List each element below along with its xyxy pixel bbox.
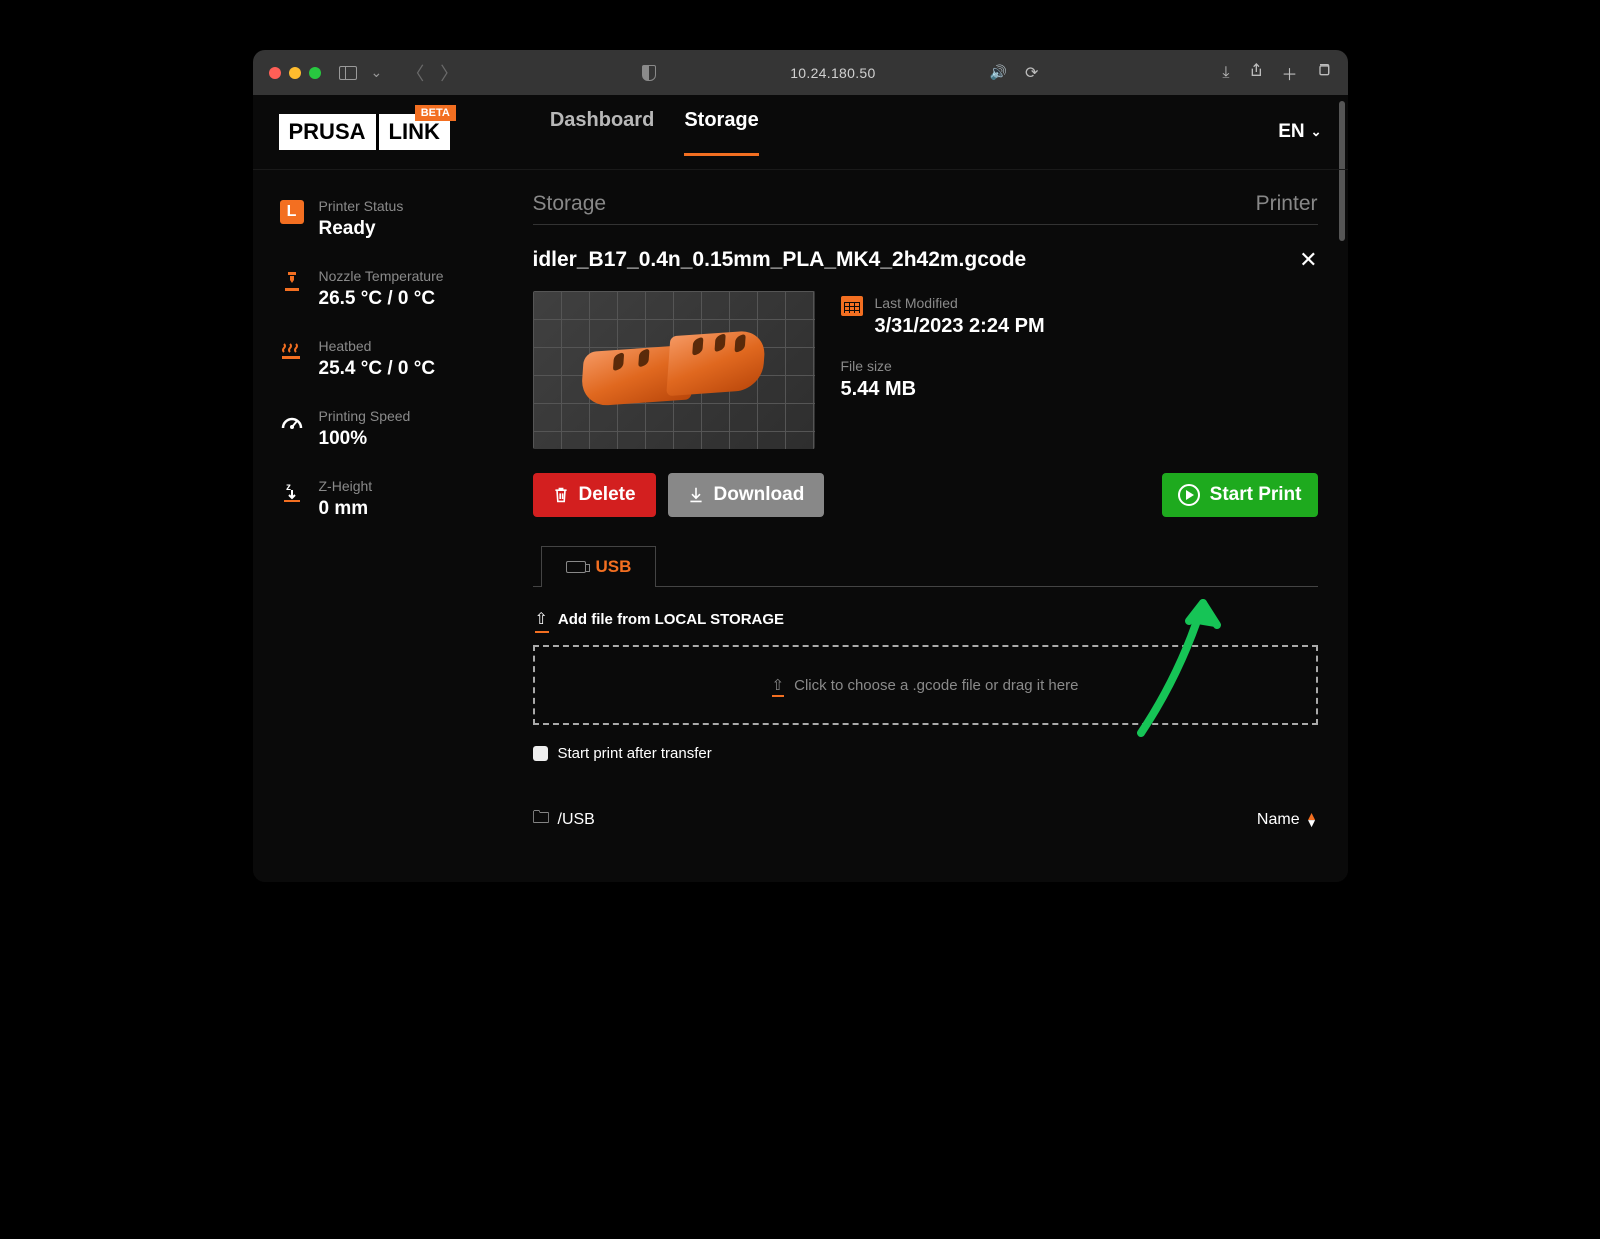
main-panel: Storage Printer idler_B17_0.4n_0.15mm_PL…: [533, 170, 1348, 882]
heatbed-value: 25.4 °C / 0 °C: [319, 358, 436, 380]
z-height: z Z-Height 0 mm: [279, 478, 513, 520]
status-sidebar: L Printer Status Ready Nozzle Temperatur…: [253, 170, 533, 882]
trash-icon: [553, 486, 569, 504]
nozzle-icon: [279, 269, 305, 295]
z-height-icon: z: [279, 479, 305, 505]
checkbox[interactable]: [533, 746, 548, 761]
path-row: 🗀 /USB Name ▲▼: [533, 804, 1318, 834]
z-label: Z-Height: [319, 478, 373, 494]
sort-label: Name: [1257, 811, 1300, 829]
reload-button[interactable]: ⟳: [1025, 63, 1038, 83]
file-actions: Delete Download Start Print: [533, 473, 1318, 517]
minimize-window-button[interactable]: [289, 67, 301, 79]
modified-label: Last Modified: [875, 295, 1045, 311]
printer-status: L Printer Status Ready: [279, 198, 513, 240]
content: L Printer Status Ready Nozzle Temperatur…: [253, 95, 1348, 882]
download-icon: [688, 486, 704, 504]
chevron-down-icon: ⌄: [1311, 124, 1322, 140]
nozzle-value: 26.5 °C / 0 °C: [319, 288, 444, 310]
status-icon: L: [280, 200, 304, 224]
start-after-transfer-row[interactable]: Start print after transfer: [533, 745, 1318, 762]
calendar-icon: [841, 296, 863, 316]
logo-part-a: PRUSA: [279, 114, 376, 150]
maximize-window-button[interactable]: [309, 67, 321, 79]
sort-arrows-icon: ▲▼: [1306, 813, 1318, 827]
language-label: EN: [1278, 121, 1304, 143]
heatbed-label: Heatbed: [319, 338, 436, 354]
size-label: File size: [841, 358, 1045, 374]
tab-usb[interactable]: USB: [541, 546, 657, 587]
play-icon: [1178, 484, 1200, 506]
sort-control[interactable]: Name ▲▼: [1257, 811, 1318, 829]
print-speed: Printing Speed 100%: [279, 408, 513, 450]
file-header: idler_B17_0.4n_0.15mm_PLA_MK4_2h42m.gcod…: [533, 247, 1318, 273]
gcode-thumbnail: [533, 291, 815, 449]
privacy-shield-icon[interactable]: [642, 65, 656, 81]
status-label: Printer Status: [319, 198, 404, 214]
download-label: Download: [714, 484, 805, 506]
sidebar-toggle-icon[interactable]: [339, 66, 357, 80]
nav-dashboard[interactable]: Dashboard: [550, 109, 654, 156]
add-file-label: Add file from LOCAL STORAGE: [558, 611, 784, 628]
speed-label: Printing Speed: [319, 408, 411, 424]
browser-window: ⌄ 〈 〉 10.24.180.50 🔊 ⟳ ⤓ ＋: [253, 50, 1348, 882]
status-value: Ready: [319, 218, 404, 240]
close-window-button[interactable]: [269, 67, 281, 79]
speed-icon: [279, 409, 305, 435]
upload-icon: ⇧: [772, 676, 785, 694]
address-bar[interactable]: 10.24.180.50: [790, 65, 875, 81]
checkbox-label: Start print after transfer: [558, 745, 712, 762]
browser-toolbar: ⌄ 〈 〉 10.24.180.50 🔊 ⟳ ⤓ ＋: [253, 50, 1348, 95]
start-label: Start Print: [1210, 484, 1302, 506]
last-modified: Last Modified 3/31/2023 2:24 PM: [841, 295, 1045, 338]
drop-hint: Click to choose a .gcode file or drag it…: [794, 677, 1078, 694]
downloads-icon[interactable]: ⤓: [1222, 64, 1229, 82]
app-header: PRUSA LINK BETA Dashboard Storage EN ⌄: [253, 95, 1348, 170]
chevron-down-icon[interactable]: ⌄: [365, 60, 389, 85]
page-subtitle: Printer: [1256, 192, 1318, 216]
file-size: File size 5.44 MB: [841, 358, 1045, 401]
tab-overview-icon[interactable]: [1316, 62, 1332, 83]
page-heading: Storage Printer: [533, 192, 1318, 225]
share-icon[interactable]: [1247, 62, 1263, 83]
download-button[interactable]: Download: [668, 473, 825, 517]
audio-icon[interactable]: 🔊: [990, 64, 1007, 81]
beta-badge: BETA: [415, 105, 456, 121]
delete-button[interactable]: Delete: [533, 473, 656, 517]
app-viewport: PRUSA LINK BETA Dashboard Storage EN ⌄ L: [253, 95, 1348, 882]
modified-value: 3/31/2023 2:24 PM: [875, 315, 1045, 338]
usb-icon: [566, 561, 586, 573]
svg-text:z: z: [286, 482, 291, 493]
nav-storage[interactable]: Storage: [684, 109, 758, 156]
language-selector[interactable]: EN ⌄: [1278, 121, 1321, 143]
folder-icon: 🗀: [533, 805, 550, 834]
logo[interactable]: PRUSA LINK BETA: [279, 114, 450, 150]
tab-usb-label: USB: [596, 557, 632, 577]
upload-icon: ⇧: [535, 609, 548, 629]
size-value: 5.44 MB: [841, 378, 1045, 401]
start-print-button[interactable]: Start Print: [1162, 473, 1318, 517]
path-label[interactable]: /USB: [558, 811, 595, 829]
back-button[interactable]: 〈: [406, 60, 424, 86]
storage-tabs: USB: [533, 545, 1318, 587]
window-controls: [269, 67, 321, 79]
nozzle-label: Nozzle Temperature: [319, 268, 444, 284]
delete-label: Delete: [579, 484, 636, 506]
nav-arrows: 〈 〉: [406, 60, 458, 86]
page-title: Storage: [533, 192, 607, 216]
new-tab-button[interactable]: ＋: [1281, 61, 1297, 85]
drop-zone[interactable]: ⇧ Click to choose a .gcode file or drag …: [533, 645, 1318, 725]
speed-value: 100%: [319, 428, 411, 450]
z-value: 0 mm: [319, 498, 373, 520]
file-detail: Last Modified 3/31/2023 2:24 PM File siz…: [533, 291, 1318, 449]
main-nav: Dashboard Storage: [550, 109, 759, 156]
close-icon[interactable]: ✕: [1299, 247, 1317, 273]
nozzle-temp: Nozzle Temperature 26.5 °C / 0 °C: [279, 268, 513, 310]
forward-button[interactable]: 〉: [440, 60, 458, 86]
file-name: idler_B17_0.4n_0.15mm_PLA_MK4_2h42m.gcod…: [533, 248, 1027, 272]
heatbed-icon: [279, 339, 305, 365]
heatbed-temp: Heatbed 25.4 °C / 0 °C: [279, 338, 513, 380]
add-file-row[interactable]: ⇧ Add file from LOCAL STORAGE: [535, 609, 1316, 629]
